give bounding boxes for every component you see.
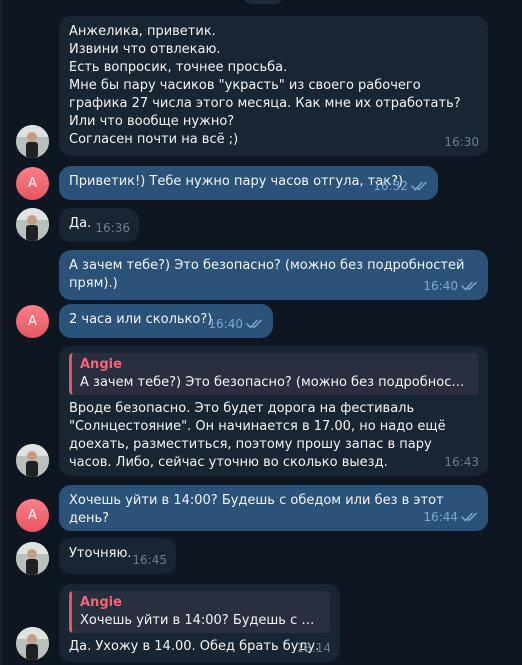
double-check-icon bbox=[461, 512, 479, 522]
double-check-icon bbox=[246, 319, 264, 329]
message-time: 16:44 bbox=[423, 510, 458, 524]
message-time: 18:14 bbox=[296, 641, 331, 655]
reply-quote[interactable]: Angie А зачем тебе?) Это безопасно? (мож… bbox=[69, 353, 478, 395]
message-meta: 16:44 bbox=[423, 508, 479, 526]
user-avatar-photo[interactable] bbox=[16, 627, 49, 660]
message-bubble-incoming[interactable]: Angie А зачем тебе?) Это безопасно? (мож… bbox=[59, 346, 488, 476]
message-meta: 16:36 bbox=[95, 219, 130, 237]
message-meta: 16:30 bbox=[444, 133, 479, 151]
message-text: Да. Ухожу в 14.00. Обед брать буду. bbox=[69, 639, 320, 654]
message-meta: 16:40 bbox=[208, 315, 264, 333]
reply-quote[interactable]: Angie Хочешь уйти в 14:00? Будешь с обед… bbox=[69, 591, 330, 633]
user-avatar-letter[interactable]: A bbox=[16, 167, 49, 200]
message-bubble-outgoing[interactable]: Хочешь уйти в 14:00? Будешь с обедом или… bbox=[59, 485, 488, 531]
message-bubble-incoming[interactable]: Уточняю. 16:45 bbox=[59, 538, 176, 574]
user-avatar-letter[interactable]: A bbox=[16, 499, 49, 532]
user-avatar-photo[interactable] bbox=[16, 542, 49, 575]
reply-text: Хочешь уйти в 14:00? Будешь с обед... bbox=[80, 613, 322, 628]
double-check-icon bbox=[461, 281, 479, 291]
person-photo-icon bbox=[16, 208, 49, 241]
reply-text: А зачем тебе?) Это безопасно? (можно без… bbox=[80, 375, 470, 390]
message-time: 16:40 bbox=[423, 279, 458, 293]
message-time: 16:43 bbox=[444, 455, 479, 469]
person-photo-icon bbox=[16, 125, 49, 158]
message-meta: 16:40 bbox=[423, 277, 479, 295]
message-time: 16:45 bbox=[132, 553, 167, 567]
message-meta: 16:45 bbox=[132, 551, 167, 569]
date-separator-pill bbox=[244, 0, 282, 4]
message-bubble-outgoing[interactable]: Приветик!) Тебе нужно пару часов отгула,… bbox=[59, 166, 438, 200]
message-time: 16:30 bbox=[444, 135, 479, 149]
message-text: Вроде безопасно. Это будет дорога на фес… bbox=[69, 401, 450, 470]
person-photo-icon bbox=[16, 627, 49, 660]
user-avatar-photo[interactable] bbox=[16, 208, 49, 241]
reply-author: Angie bbox=[80, 595, 122, 610]
user-avatar-photo[interactable] bbox=[16, 444, 49, 477]
user-avatar-letter[interactable]: A bbox=[16, 305, 49, 338]
message-bubble-incoming[interactable]: Да. 16:36 bbox=[59, 208, 139, 242]
message-time: 16:40 bbox=[208, 317, 243, 331]
message-text: А зачем тебе?) Это безопасно? (можно без… bbox=[69, 258, 469, 291]
user-avatar-photo[interactable] bbox=[16, 125, 49, 158]
chat-left-rule bbox=[0, 0, 2, 665]
message-bubble-outgoing[interactable]: 2 часа или сколько?) 16:40 bbox=[59, 304, 273, 338]
message-time: 16:32 bbox=[373, 179, 408, 193]
message-bubble-incoming[interactable]: Angie Хочешь уйти в 14:00? Будешь с обед… bbox=[59, 584, 340, 662]
person-photo-icon bbox=[16, 444, 49, 477]
message-meta: 18:14 bbox=[296, 639, 331, 657]
message-bubble-outgoing[interactable]: А зачем тебе?) Это безопасно? (можно без… bbox=[59, 250, 488, 300]
person-photo-icon bbox=[16, 542, 49, 575]
message-meta: 16:32 bbox=[373, 177, 429, 195]
message-bubble-incoming[interactable]: Анжелика, приветик. Извини что отвлекаю.… bbox=[59, 16, 488, 156]
message-text: Анжелика, приветик. Извини что отвлекаю.… bbox=[69, 24, 461, 147]
reply-author: Angie bbox=[80, 357, 122, 372]
double-check-icon bbox=[411, 181, 429, 191]
message-text: Хочешь уйти в 14:00? Будешь с обедом или… bbox=[69, 493, 448, 526]
message-time: 16:36 bbox=[95, 221, 130, 235]
message-meta: 16:43 bbox=[444, 453, 479, 471]
